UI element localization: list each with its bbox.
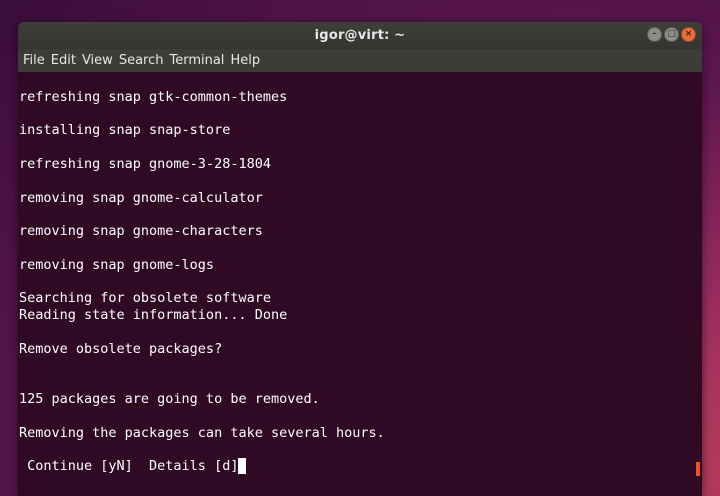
menu-search[interactable]: Search [119,53,170,68]
maximize-button[interactable]: □ [664,27,679,42]
menu-bar: File Edit View Search Terminal Help [18,49,702,72]
terminal-output[interactable]: refreshing snap gtk-common-themes instal… [18,72,702,476]
menu-view[interactable]: View [82,53,119,68]
scrollbar-marker[interactable] [696,462,700,476]
terminal-line: removing snap gnome-characters [19,223,263,240]
prompt-text: Continue [yN] Details [d] [19,458,239,475]
terminal-window: igor@virt: ~ – □ × File Edit View Search… [18,22,702,496]
terminal-line: refreshing snap gnome-3-28-1804 [19,155,271,172]
window-title: igor@virt: ~ [314,28,406,43]
terminal-line: refreshing snap gtk-common-themes [19,88,288,105]
minimize-button[interactable]: – [647,27,662,42]
title-bar[interactable]: igor@virt: ~ – □ × [18,22,702,49]
close-button[interactable]: × [681,27,696,42]
terminal-line: removing snap gnome-logs [19,256,215,273]
terminal-line: 125 packages are going to be removed. [19,391,320,408]
close-icon: × [684,29,693,39]
menu-help[interactable]: Help [230,53,266,68]
prompt-line[interactable]: Continue [yN] Details [d] [19,458,701,475]
terminal-line: Reading state information... Done [19,307,288,324]
terminal-line: Searching for obsolete software [19,290,271,307]
minimize-icon: – [652,29,657,39]
menu-terminal[interactable]: Terminal [169,53,230,68]
terminal-line: Remove obsolete packages? [19,340,223,357]
text-cursor [238,458,247,475]
terminal-line: Removing the packages can take several h… [19,424,385,441]
terminal-line: installing snap snap-store [19,122,231,139]
maximize-icon: □ [667,29,676,39]
window-controls: – □ × [647,27,696,42]
menu-edit[interactable]: Edit [51,53,82,68]
menu-file[interactable]: File [23,53,51,68]
terminal-line: removing snap gnome-calculator [19,189,263,206]
